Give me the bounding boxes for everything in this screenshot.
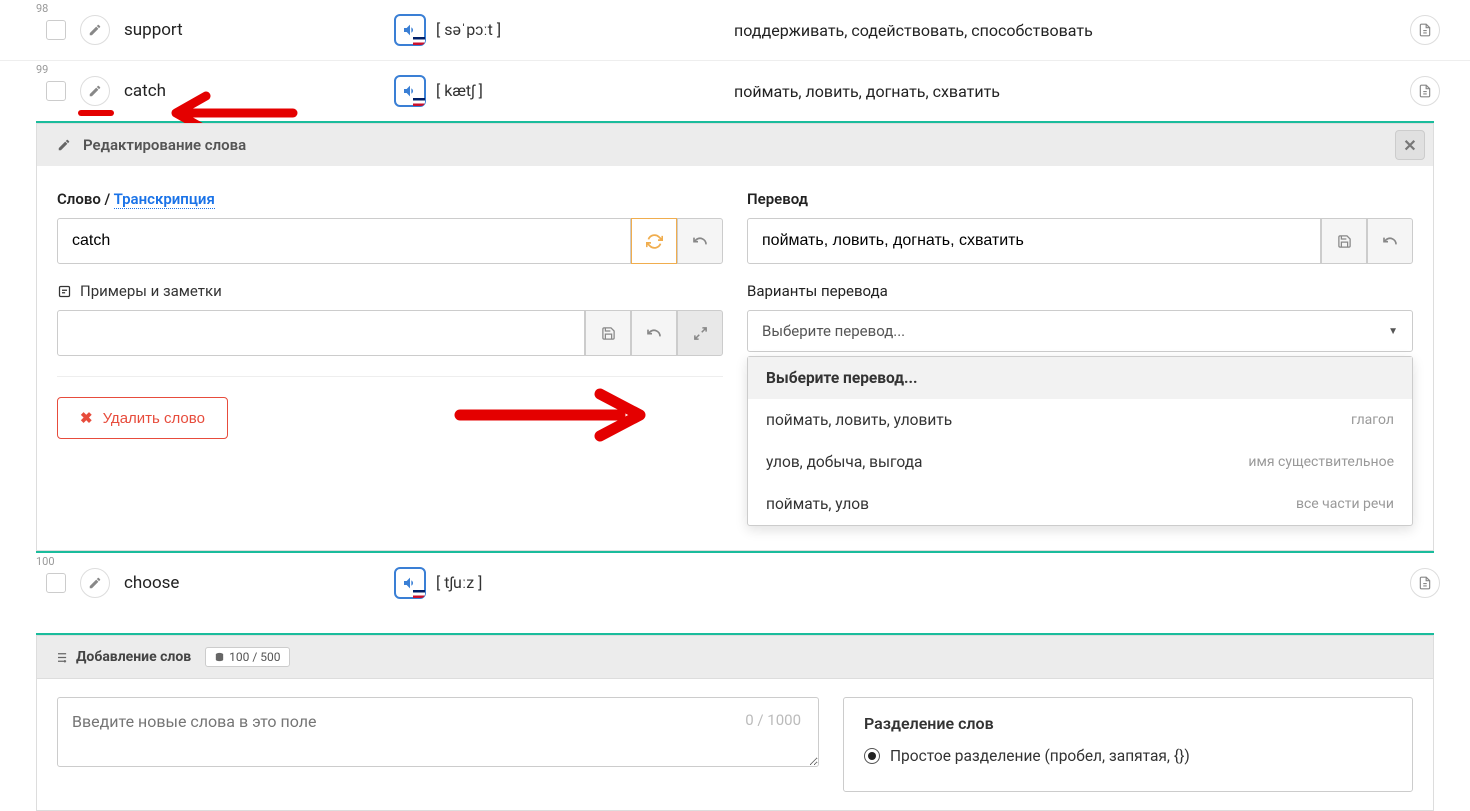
row-number: 99 [36, 63, 48, 76]
editor-header: Редактирование слова ✕ [36, 123, 1434, 166]
radio-icon [864, 748, 880, 764]
undo-icon [692, 233, 708, 249]
undo-button[interactable] [677, 218, 723, 264]
undo-icon [646, 325, 662, 341]
editor-title: Редактирование слова [83, 136, 246, 154]
row-number: 98 [36, 2, 48, 15]
speaker-icon [402, 83, 418, 99]
dropdown-option[interactable]: улов, добыча, выгода имя существительное [748, 441, 1412, 483]
separation-title: Разделение слов [864, 714, 1392, 733]
variants-dropdown-menu: Выберите перевод... поймать, ловить, уло… [747, 356, 1413, 526]
word-text: support [124, 20, 394, 40]
translation-text: поймать, ловить, догнать, схватить [734, 82, 1410, 101]
document-icon [1418, 23, 1432, 37]
pencil-icon [57, 138, 71, 152]
edit-button[interactable] [80, 76, 110, 106]
row-checkbox[interactable] [46, 81, 66, 101]
variants-label: Варианты перевода [747, 282, 1413, 300]
undo-notes-button[interactable] [631, 310, 677, 356]
editor-panel: Редактирование слова ✕ Слово / Транскрип… [36, 121, 1434, 553]
word-count-badge: 100 / 500 [205, 647, 289, 667]
refresh-icon [646, 233, 663, 250]
database-icon [214, 652, 225, 663]
close-button[interactable]: ✕ [1395, 130, 1425, 160]
note-icon [57, 284, 72, 299]
save-icon [1337, 234, 1352, 249]
word-row: 99 catch [ kætʃ ] поймать, ловить, догна… [0, 61, 1470, 121]
row-number: 100 [36, 555, 55, 568]
row-checkbox[interactable] [46, 20, 66, 40]
dropdown-header: Выберите перевод... [748, 357, 1412, 399]
document-icon [1418, 576, 1432, 590]
transcription-text: [ səˈpɔːt ] [436, 20, 501, 40]
speaker-icon [402, 22, 418, 38]
dropdown-option[interactable]: поймать, улов все части речи [748, 483, 1412, 525]
word-row: 98 support [ səˈpɔːt ] поддерживать, сод… [0, 0, 1470, 61]
delete-icon: ✖ [80, 409, 93, 427]
speaker-icon [402, 575, 418, 591]
add-words-header: Добавление слов 100 / 500 [36, 635, 1434, 679]
document-icon [1418, 84, 1432, 98]
variants-dropdown[interactable]: Выберите перевод... ▼ [747, 310, 1413, 352]
save-translation-button[interactable] [1321, 218, 1367, 264]
pencil-icon [88, 84, 102, 98]
transcription-text: [ kætʃ ] [436, 81, 483, 101]
flag-icon [413, 37, 425, 45]
transcription-link[interactable]: Транскрипция [114, 190, 215, 209]
transcription-text: [ tʃuːz ] [436, 573, 482, 593]
word-text: catch [124, 81, 394, 101]
translation-label: Перевод [747, 190, 1413, 208]
word-input[interactable] [57, 218, 631, 264]
delete-word-button[interactable]: ✖ Удалить слово [57, 397, 228, 439]
save-icon [601, 326, 616, 341]
audio-button[interactable] [394, 14, 426, 46]
list-add-icon [53, 650, 68, 665]
word-text: choose [124, 573, 394, 593]
notes-button[interactable] [1410, 15, 1440, 45]
caret-down-icon: ▼ [1388, 326, 1398, 337]
translation-input[interactable] [747, 218, 1321, 264]
separation-settings: Разделение слов Простое разделение (проб… [843, 697, 1413, 792]
refresh-button[interactable] [631, 218, 677, 264]
notes-button[interactable] [1410, 76, 1440, 106]
word-field-label: Слово / Транскрипция [57, 190, 723, 208]
audio-button[interactable] [394, 75, 426, 107]
save-notes-button[interactable] [585, 310, 631, 356]
undo-icon [1382, 233, 1398, 249]
flag-icon [413, 590, 425, 598]
edit-button[interactable] [80, 568, 110, 598]
edit-button[interactable] [80, 15, 110, 45]
notes-button[interactable] [1410, 568, 1440, 598]
row-checkbox[interactable] [46, 573, 66, 593]
pencil-icon [88, 576, 102, 590]
dropdown-option[interactable]: поймать, ловить, уловить глагол [748, 399, 1412, 441]
word-row: 100 choose [ tʃuːz ] [0, 553, 1470, 613]
expand-icon [693, 326, 708, 341]
undo-translation-button[interactable] [1367, 218, 1413, 264]
add-words-textarea[interactable] [57, 697, 819, 767]
char-count: 0 / 1000 [745, 711, 801, 729]
notes-label: Примеры и заметки [57, 282, 723, 300]
separation-option-simple[interactable]: Простое разделение (пробел, запятая, {}) [864, 747, 1392, 765]
expand-button[interactable] [677, 310, 723, 356]
pencil-icon [88, 23, 102, 37]
add-words-section: Добавление слов 100 / 500 0 / 1000 Разде… [36, 633, 1434, 811]
translation-text: поддерживать, содействовать, способствов… [734, 21, 1410, 40]
flag-icon [413, 98, 425, 106]
notes-input[interactable] [57, 310, 585, 356]
audio-button[interactable] [394, 567, 426, 599]
